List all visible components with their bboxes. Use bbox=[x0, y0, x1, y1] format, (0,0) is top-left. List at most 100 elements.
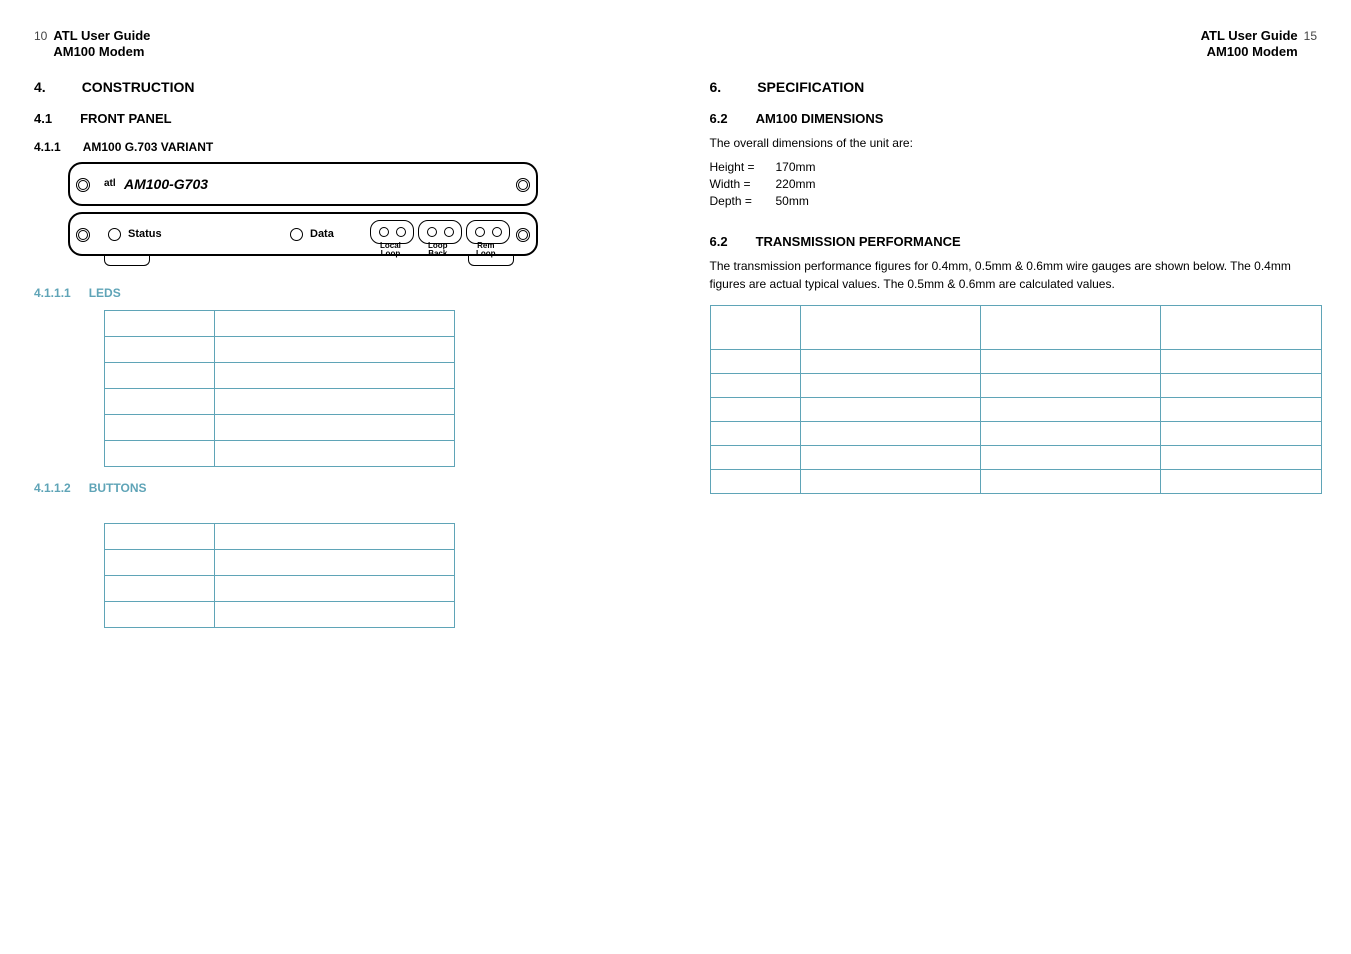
table-cell bbox=[710, 470, 800, 494]
table-cell bbox=[710, 398, 800, 422]
guide-title: ATL User Guide bbox=[53, 28, 150, 44]
section-6.2a-num: 6.2 bbox=[710, 111, 728, 126]
screw-icon bbox=[76, 178, 90, 192]
table-cell bbox=[980, 306, 1160, 350]
screw-icon bbox=[516, 178, 530, 192]
table-cell bbox=[215, 576, 455, 602]
section-4.1-heading: 4.1 FRONT PANEL bbox=[34, 111, 642, 126]
dimensions-intro: The overall dimensions of the unit are: bbox=[710, 134, 1318, 152]
table-row bbox=[710, 350, 1321, 374]
table-cell bbox=[1161, 446, 1321, 470]
table-cell bbox=[800, 306, 980, 350]
table-cell bbox=[800, 374, 980, 398]
panel-logo: atl AM100-G703 bbox=[104, 176, 208, 192]
performance-text: The transmission performance figures for… bbox=[710, 257, 1318, 293]
table-cell bbox=[1161, 374, 1321, 398]
local-loop-label: Local Loop bbox=[380, 242, 401, 258]
table-cell bbox=[980, 470, 1160, 494]
performance-table bbox=[710, 305, 1322, 494]
table-cell bbox=[105, 576, 215, 602]
button-led-icon bbox=[427, 227, 437, 237]
button-led-icon bbox=[396, 227, 406, 237]
height-value: 170mm bbox=[776, 160, 816, 174]
data-label: Data bbox=[310, 228, 334, 240]
table-row bbox=[710, 446, 1321, 470]
button-led-icon bbox=[379, 227, 389, 237]
dim-height: Height = 170mm bbox=[710, 160, 1318, 174]
table-row bbox=[710, 422, 1321, 446]
section-6.2a-heading: 6.2 AM100 DIMENSIONS bbox=[710, 111, 1318, 126]
status-label: Status bbox=[128, 228, 162, 240]
section-4.1.1-num: 4.1.1 bbox=[34, 140, 61, 154]
table-cell bbox=[105, 337, 215, 363]
table-cell bbox=[105, 602, 215, 628]
right-title-block: ATL User Guide AM100 Modem bbox=[1201, 28, 1298, 59]
table-cell bbox=[710, 374, 800, 398]
page-right: ATL User Guide AM100 Modem 15 6. SPECIFI… bbox=[676, 0, 1351, 954]
section-4.1-title: FRONT PANEL bbox=[80, 111, 171, 126]
section-4-title: CONSTRUCTION bbox=[82, 79, 195, 95]
section-6.2b-num: 6.2 bbox=[710, 234, 728, 249]
table-cell bbox=[105, 415, 215, 441]
button-led-icon bbox=[492, 227, 502, 237]
table-cell bbox=[105, 311, 215, 337]
width-key: Width = bbox=[710, 177, 768, 191]
table-row bbox=[105, 415, 455, 441]
table-row bbox=[105, 524, 455, 550]
table-row bbox=[710, 398, 1321, 422]
page-number-right: 15 bbox=[1304, 29, 1317, 43]
table-cell bbox=[105, 524, 215, 550]
section-4.1.1-heading: 4.1.1 AM100 G.703 VARIANT bbox=[34, 140, 642, 154]
table-row bbox=[105, 441, 455, 467]
table-cell bbox=[215, 550, 455, 576]
section-6.2b-heading: 6.2 TRANSMISSION PERFORMANCE bbox=[710, 234, 1318, 249]
table-row bbox=[710, 374, 1321, 398]
dim-depth: Depth = 50mm bbox=[710, 194, 1318, 208]
table-row bbox=[105, 576, 455, 602]
table-cell bbox=[710, 446, 800, 470]
leds-table bbox=[104, 310, 455, 467]
page-number-left: 10 bbox=[34, 29, 47, 43]
table-cell bbox=[980, 374, 1160, 398]
depth-key: Depth = bbox=[710, 194, 768, 208]
section-4.1.1-title: AM100 G.703 VARIANT bbox=[83, 140, 213, 154]
logo-model: AM100-G703 bbox=[124, 176, 208, 192]
modem-title: AM100 Modem bbox=[53, 44, 150, 60]
table-cell bbox=[105, 550, 215, 576]
dim-width: Width = 220mm bbox=[710, 177, 1318, 191]
left-title-block: ATL User Guide AM100 Modem bbox=[53, 28, 150, 59]
pushbutton-icon bbox=[104, 254, 150, 266]
table-row bbox=[105, 550, 455, 576]
screw-icon bbox=[76, 228, 90, 242]
table-row bbox=[105, 389, 455, 415]
table-cell bbox=[1161, 350, 1321, 374]
table-cell bbox=[980, 398, 1160, 422]
data-led-icon bbox=[290, 228, 303, 241]
button-led-icon bbox=[444, 227, 454, 237]
table-cell bbox=[215, 524, 455, 550]
section-4.1.1.2-title: BUTTONS bbox=[89, 481, 147, 495]
section-6-title: SPECIFICATION bbox=[757, 79, 864, 95]
table-cell bbox=[1161, 398, 1321, 422]
table-cell bbox=[800, 446, 980, 470]
section-4.1.1.2-heading: 4.1.1.2 BUTTONS bbox=[34, 481, 642, 495]
pushbutton-icon bbox=[468, 254, 514, 266]
table-cell bbox=[215, 311, 455, 337]
table-cell bbox=[710, 350, 800, 374]
table-cell bbox=[105, 441, 215, 467]
section-4-heading: 4. CONSTRUCTION bbox=[34, 79, 642, 95]
table-cell bbox=[980, 446, 1160, 470]
table-row bbox=[105, 602, 455, 628]
section-6-heading: 6. SPECIFICATION bbox=[710, 79, 1318, 95]
button-led-icon bbox=[475, 227, 485, 237]
section-6.2b-title: TRANSMISSION PERFORMANCE bbox=[756, 234, 961, 249]
table-cell bbox=[1161, 306, 1321, 350]
section-6-num: 6. bbox=[710, 79, 722, 95]
table-cell bbox=[215, 337, 455, 363]
section-4.1.1.1-heading: 4.1.1.1 LEDS bbox=[34, 286, 642, 300]
table-cell bbox=[1161, 422, 1321, 446]
table-cell bbox=[800, 470, 980, 494]
page-left: 10 ATL User Guide AM100 Modem 4. CONSTRU… bbox=[0, 0, 676, 954]
table-cell bbox=[800, 350, 980, 374]
depth-value: 50mm bbox=[776, 194, 809, 208]
